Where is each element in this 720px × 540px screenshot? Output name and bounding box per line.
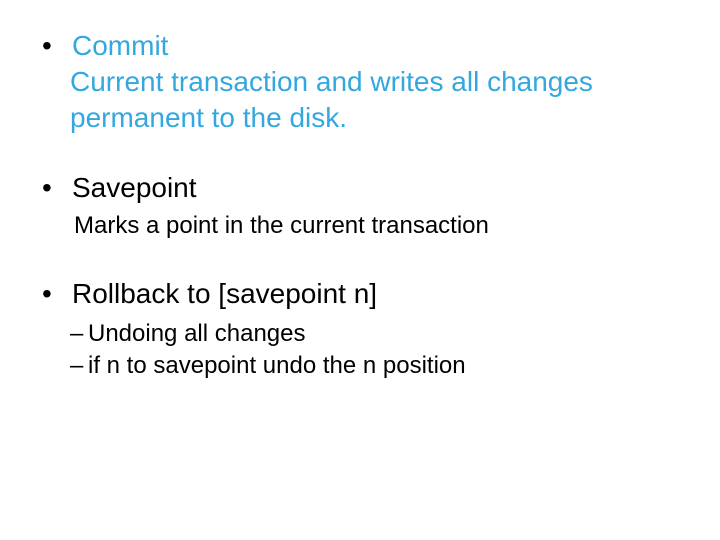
bullet-item: • Savepoint Marks a point in the current… <box>40 170 680 242</box>
bullet-header-row: • Rollback to [savepoint n] <box>40 276 680 312</box>
bullet-title: Rollback to [savepoint n] <box>72 276 377 312</box>
sub-bullet: – if n to savepoint undo the n position <box>70 350 680 382</box>
bullet-icon: • <box>40 276 72 312</box>
bullet-description: Current transaction and writes all chang… <box>70 64 680 136</box>
sub-bullet-text: if n to savepoint undo the n position <box>88 350 466 382</box>
bullet-header-row: • Savepoint <box>40 170 680 206</box>
bullet-icon: • <box>40 170 72 206</box>
sub-bullet: – Undoing all changes <box>70 318 680 350</box>
slide-content: • Commit Current transaction and writes … <box>0 0 720 540</box>
bullet-title: Savepoint <box>72 170 197 206</box>
sub-bullet-text: Undoing all changes <box>88 318 306 350</box>
dash-icon: – <box>70 350 88 382</box>
bullet-header-row: • Commit <box>40 28 680 64</box>
bullet-icon: • <box>40 28 72 64</box>
bullet-item: • Rollback to [savepoint n] – Undoing al… <box>40 276 680 382</box>
dash-icon: – <box>70 318 88 350</box>
bullet-title: Commit <box>72 28 168 64</box>
bullet-item: • Commit Current transaction and writes … <box>40 28 680 136</box>
bullet-description: Marks a point in the current transaction <box>74 210 680 242</box>
